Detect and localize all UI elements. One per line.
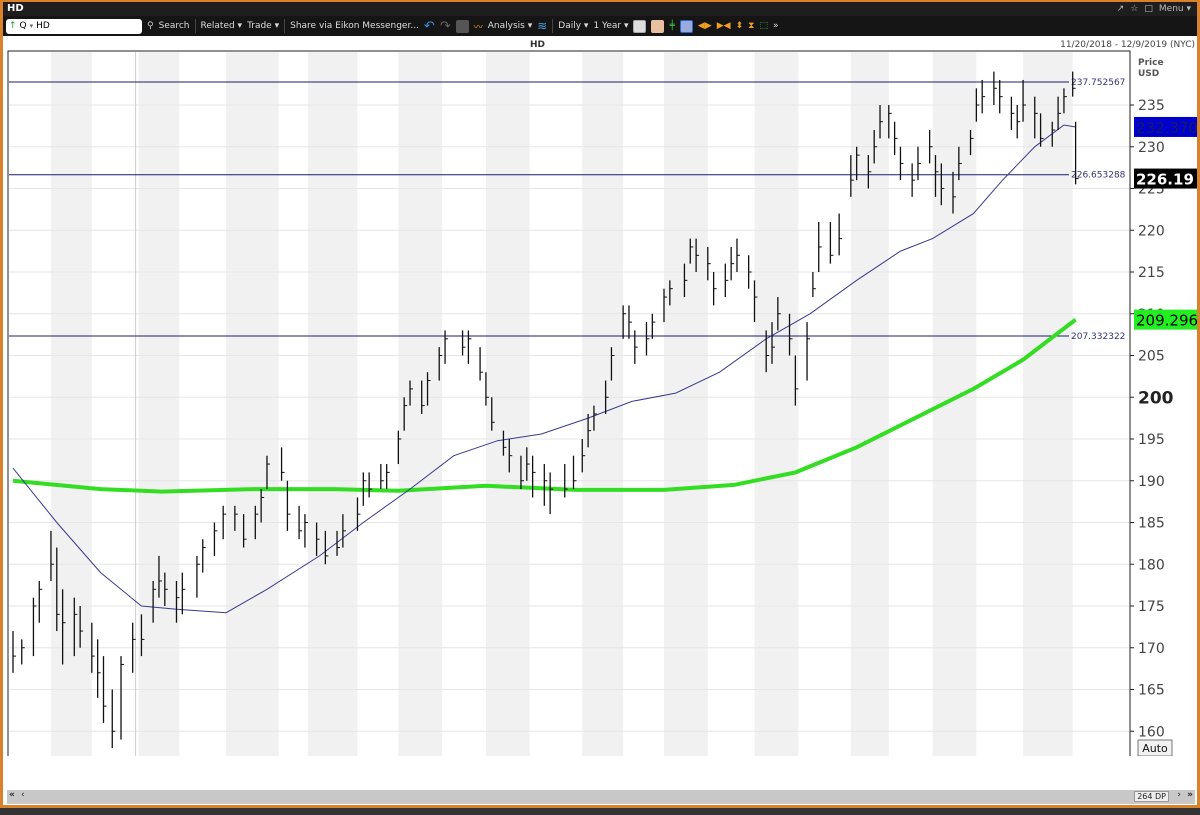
time-band [582, 52, 624, 756]
crosshair-icon[interactable]: ╪ [669, 21, 674, 31]
time-band [663, 52, 708, 756]
y-tick-label: 175 [1138, 599, 1165, 615]
datapoints-count[interactable]: 264 DP [1134, 791, 1169, 802]
time-band [754, 52, 799, 756]
axis-title-currency: USD [1138, 69, 1159, 79]
y-tick-label: 195 [1138, 432, 1165, 448]
analysis-icon[interactable]: 〰 [474, 20, 483, 33]
y-tick-label: 230 [1138, 140, 1165, 156]
time-band [1023, 52, 1073, 756]
y-tick-label: 170 [1138, 641, 1165, 657]
title-bar: HD ↗ ☆ □ Menu ▾ [3, 2, 1197, 16]
time-band [138, 52, 180, 756]
folder-icon[interactable] [455, 19, 469, 33]
overlay-icon[interactable]: ≋ [537, 19, 547, 33]
divider [552, 19, 554, 33]
line-chart-icon[interactable] [633, 19, 647, 33]
y-tick-label: 215 [1138, 265, 1165, 281]
y-tick-label: 180 [1138, 557, 1165, 573]
maximize-icon[interactable]: □ [1144, 2, 1153, 16]
search-button[interactable]: Search [159, 21, 190, 31]
time-band [307, 52, 358, 756]
scroll-prev-button[interactable]: ‹ [21, 790, 25, 800]
up-arrow-icon: ↑ [9, 21, 17, 31]
chart-area: HD 11/20/2018 - 12/9/2019 (NYC) 237.7525… [3, 36, 1197, 805]
shrink-horizontal-icon[interactable]: ▶◀ [717, 21, 731, 31]
time-band [50, 52, 92, 756]
candle-chart-icon[interactable] [651, 19, 665, 33]
price-tag-label: 209.296 [1136, 312, 1197, 330]
y-tick-label: 200 [1138, 388, 1174, 408]
analysis-menu[interactable]: Analysis ▾ [488, 21, 532, 31]
divider [194, 19, 196, 33]
y-tick-label: 160 [1138, 724, 1165, 740]
redo-icon[interactable]: ↷ [440, 19, 451, 34]
popout-icon[interactable]: ↗ [1117, 2, 1125, 16]
more-button[interactable]: » [773, 21, 779, 31]
select-icon[interactable]: ⬚ [759, 21, 768, 31]
shrink-vertical-icon[interactable]: ⧗ [748, 21, 754, 31]
interval-dropdown[interactable]: Daily ▾ [558, 21, 588, 31]
price-tag-label: 226.19 [1136, 171, 1194, 189]
menu-button[interactable]: Menu ▾ [1159, 2, 1191, 16]
related-menu[interactable]: Related ▾ [201, 21, 243, 31]
symbol-box: ↑ Q ▾ [6, 18, 142, 34]
favorite-icon[interactable]: ☆ [1130, 2, 1138, 16]
level-label: 207.332322 [1071, 332, 1125, 342]
y-tick-label: 235 [1138, 98, 1165, 114]
period-dropdown[interactable]: 1 Year ▾ [593, 21, 628, 31]
price-chart[interactable]: 237.752567 226.653288 207.332322 160 165 170… [3, 36, 1197, 756]
scroll-first-button[interactable]: « [9, 790, 15, 800]
scroll-last-button[interactable]: » [1187, 790, 1193, 800]
expand-vertical-icon[interactable]: ⬍ [736, 21, 744, 31]
zoom-box-icon[interactable] [679, 19, 693, 33]
y-tick-label: 165 [1138, 683, 1165, 699]
taskbar-strip [0, 808, 1200, 815]
search-icon[interactable]: ⚲ [147, 21, 154, 31]
trade-menu[interactable]: Trade ▾ [247, 21, 279, 31]
time-scrollbar[interactable]: « ‹ 264 DP › » [7, 790, 1195, 804]
time-band [485, 52, 530, 756]
y-tick-label: 190 [1138, 474, 1165, 490]
divider [284, 19, 286, 33]
time-band [226, 52, 279, 756]
chart-window: HD ↗ ☆ □ Menu ▾ ↑ Q ▾ ⚲ Search Related ▾… [0, 0, 1200, 808]
expand-horizontal-icon[interactable]: ◀▶ [698, 21, 712, 31]
auto-scale-label[interactable]: Auto [1142, 742, 1168, 755]
time-band [398, 52, 443, 756]
level-label: 226.653288 [1071, 171, 1126, 181]
undo-icon[interactable]: ↶ [424, 19, 435, 34]
toolbar: ↑ Q ▾ ⚲ Search Related ▾ Trade ▾ Share v… [3, 16, 1197, 36]
dropdown-icon[interactable]: ▾ [30, 22, 34, 30]
window-title: HD [7, 3, 24, 14]
quote-type-dropdown[interactable]: Q [20, 21, 27, 31]
axis-title-price: Price [1138, 58, 1164, 68]
share-button[interactable]: Share via Eikon Messenger... [290, 21, 419, 31]
price-tag-label: 232.370 [1136, 119, 1197, 137]
scroll-next-button[interactable]: › [1177, 790, 1181, 800]
y-tick-label: 185 [1138, 516, 1165, 532]
level-label: 237.752567 [1071, 78, 1125, 88]
y-tick-label: 205 [1138, 349, 1165, 365]
y-tick-label: 220 [1138, 223, 1165, 239]
symbol-input[interactable] [36, 21, 117, 31]
